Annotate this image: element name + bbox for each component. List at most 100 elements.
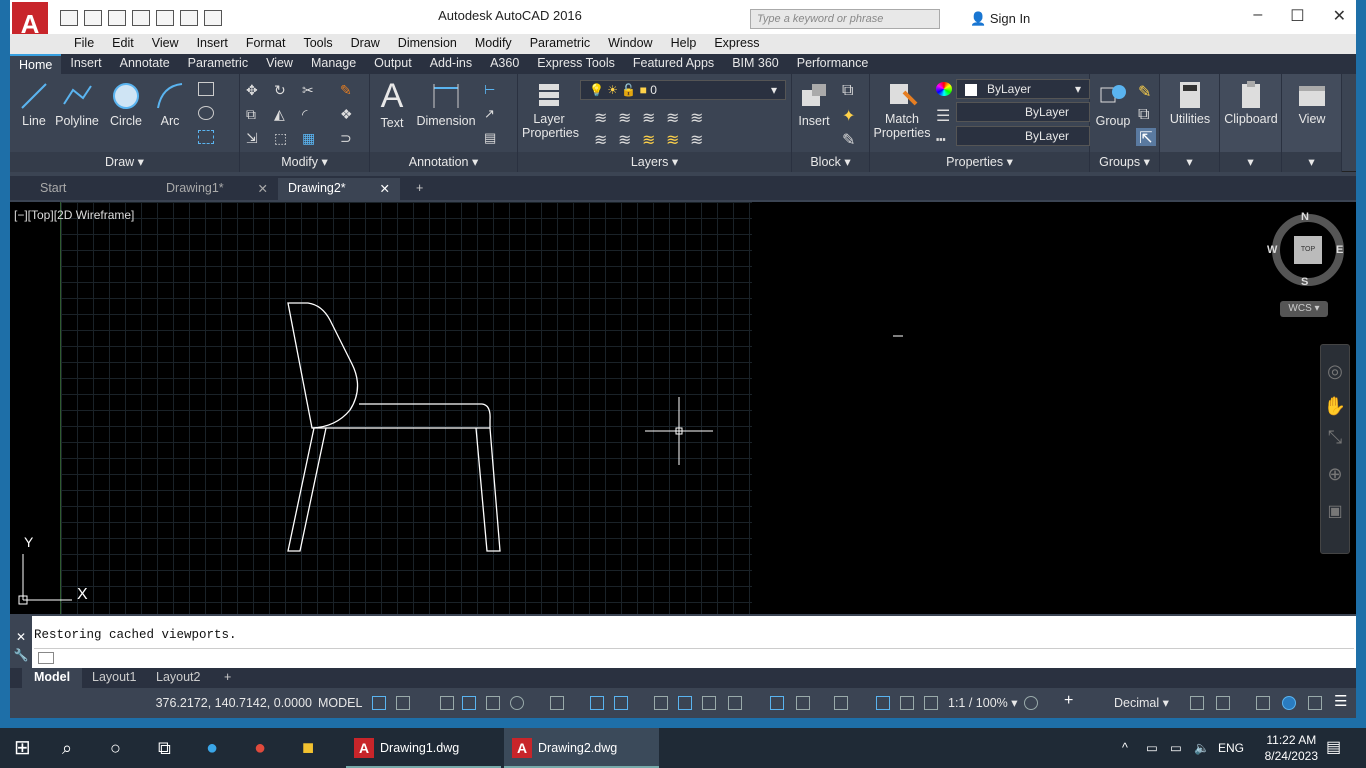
annotation-scale-icon[interactable] <box>924 696 938 710</box>
layer-tool-3-icon[interactable]: ≋ <box>642 108 658 127</box>
pan-icon[interactable]: ✋ <box>1321 396 1349 417</box>
polyline-button[interactable]: Polyline <box>52 80 102 128</box>
search-input[interactable]: Type a keyword or phrase <box>750 9 940 29</box>
sign-in-button[interactable]: 👤 Sign In <box>970 11 1030 27</box>
3d-osnap-icon[interactable] <box>728 696 742 710</box>
layer-tool-4-icon[interactable]: ≋ <box>666 108 682 127</box>
new-tab-icon[interactable]: + <box>406 178 434 200</box>
groups-panel-title[interactable]: Groups ▾ <box>1090 152 1159 172</box>
tab-model[interactable]: Model <box>22 668 83 688</box>
menu-dimension[interactable]: Dimension <box>389 34 466 54</box>
file-explorer-icon[interactable]: ■ <box>302 728 314 768</box>
group-select-icon[interactable]: ⇱ <box>1136 128 1156 147</box>
selection-filter-icon[interactable] <box>796 696 810 710</box>
menu-file[interactable]: File <box>65 34 103 54</box>
gizmo-icon[interactable] <box>834 696 848 710</box>
close-icon[interactable]: ✕ <box>380 181 390 196</box>
rotate-icon[interactable]: ↻ <box>274 82 290 98</box>
drawing-viewport[interactable]: [−][Top][2D Wireframe] Y X TOP N S E W W… <box>10 202 1356 614</box>
transparency-icon[interactable] <box>678 696 692 710</box>
draw-panel-title[interactable]: Draw ▾ <box>10 152 239 172</box>
search-icon[interactable]: ⌕ <box>62 728 72 768</box>
notifications-icon[interactable]: ▤ <box>1326 728 1341 768</box>
viewcube-top-face[interactable]: TOP <box>1294 236 1322 264</box>
annotation-monitor-icon[interactable]: + <box>1064 690 1073 712</box>
wcs-menu[interactable]: WCS ▾ <box>1280 301 1328 317</box>
workspace-gear-icon[interactable] <box>1024 696 1038 710</box>
group-edit-icon[interactable]: ⧉ <box>1138 106 1154 123</box>
isolate-objects-icon[interactable] <box>1256 696 1270 710</box>
modify-panel-title[interactable]: Modify ▾ <box>240 152 369 172</box>
properties-panel-title[interactable]: Properties ▾ <box>870 152 1089 172</box>
chair-drawing[interactable] <box>10 202 1356 614</box>
stretch-icon[interactable]: ⇲ <box>246 130 262 146</box>
layer-tool-5-icon[interactable]: ≋ <box>690 108 706 127</box>
tab-bim-360[interactable]: BIM 360 <box>723 54 788 74</box>
leader-icon[interactable]: ↗ <box>484 106 500 121</box>
view-panel[interactable]: View ▾ <box>1282 74 1342 172</box>
tab-featured-apps[interactable]: Featured Apps <box>624 54 723 74</box>
dynamic-input-icon[interactable] <box>462 696 476 710</box>
selection-cycling-icon[interactable] <box>702 696 716 710</box>
menu-modify[interactable]: Modify <box>466 34 521 54</box>
layer-tool-8-icon[interactable]: ≋ <box>642 130 658 149</box>
command-prompt-icon[interactable] <box>38 652 54 664</box>
utilities-button[interactable]: Utilities <box>1160 80 1220 126</box>
command-line-handle[interactable]: ✕ 🔧 <box>10 616 32 668</box>
units-dropdown[interactable]: Decimal ▾ <box>1114 692 1169 714</box>
view-button[interactable]: View <box>1282 80 1342 126</box>
group-button[interactable]: Group <box>1092 80 1134 128</box>
array-icon[interactable]: ▦ <box>302 130 318 146</box>
tab-manage[interactable]: Manage <box>302 54 365 74</box>
isodraft-icon[interactable] <box>550 696 564 710</box>
utilities-panel[interactable]: Utilities ▾ <box>1160 74 1220 172</box>
lock-ui-icon[interactable] <box>1216 696 1230 710</box>
close-icon[interactable]: ✕ <box>1333 6 1346 26</box>
table-icon[interactable]: ▤ <box>484 130 500 145</box>
layer-dropdown[interactable]: 💡 ☀ 🔓 ■ 0 ▾ <box>580 80 786 100</box>
edge-icon[interactable]: ● <box>206 728 218 768</box>
quick-properties-icon[interactable] <box>1190 696 1204 710</box>
tab-output[interactable]: Output <box>365 54 421 74</box>
maximize-icon[interactable]: ☐ <box>1290 6 1304 26</box>
menu-view[interactable]: View <box>143 34 188 54</box>
layer-tool-1-icon[interactable]: ≋ <box>594 108 610 127</box>
menu-help[interactable]: Help <box>662 34 706 54</box>
rectangle-icon[interactable] <box>198 82 214 96</box>
add-layout-icon[interactable]: + <box>212 668 243 688</box>
color-dropdown[interactable]: ByLayer ▾ <box>956 79 1090 99</box>
explode-icon[interactable]: ❖ <box>340 106 356 122</box>
polar-tracking-icon[interactable] <box>510 696 524 710</box>
chrome-icon[interactable]: ● <box>254 728 266 768</box>
clipboard-button[interactable]: Clipboard <box>1220 80 1282 126</box>
clean-screen-icon[interactable] <box>1308 696 1322 710</box>
layer-tool-9-icon[interactable]: ≋ <box>666 130 682 149</box>
tab-performance[interactable]: Performance <box>788 54 878 74</box>
mirror-icon[interactable]: ◭ <box>274 106 290 122</box>
layer-tool-7-icon[interactable]: ≋ <box>618 130 634 149</box>
copy-icon[interactable]: ⧉ <box>246 106 262 122</box>
tab-insert[interactable]: Insert <box>61 54 110 74</box>
grid-icon[interactable] <box>372 696 386 710</box>
menu-parametric[interactable]: Parametric <box>521 34 599 54</box>
annotation-scale-dropdown[interactable]: 1:1 / 100% ▾ <box>948 692 1018 714</box>
volume-icon[interactable]: 🔈 <box>1194 728 1210 768</box>
layer-tool-6-icon[interactable]: ≋ <box>594 130 610 149</box>
task-view-icon[interactable]: ⧉ <box>158 728 171 768</box>
doc-tab-drawing1[interactable]: Drawing1* ✕ <box>156 178 278 200</box>
object-snap-icon[interactable] <box>614 696 628 710</box>
close-icon[interactable]: ✕ <box>258 181 268 196</box>
compass-south[interactable]: S <box>1301 276 1308 288</box>
tab-express-tools[interactable]: Express Tools <box>528 54 624 74</box>
utilities-expand-icon[interactable]: ▾ <box>1160 152 1219 172</box>
compass-west[interactable]: W <box>1267 244 1277 256</box>
wifi-icon[interactable]: ▭ <box>1170 728 1182 768</box>
annotation-visibility-icon[interactable] <box>876 696 890 710</box>
wrench-icon[interactable]: 🔧 <box>10 648 32 662</box>
object-snap-tracking-icon[interactable] <box>590 696 604 710</box>
annotation-panel-title[interactable]: Annotation ▾ <box>370 152 517 172</box>
network-icon[interactable]: ▭ <box>1146 728 1158 768</box>
auto-scale-icon[interactable] <box>900 696 914 710</box>
menu-draw[interactable]: Draw <box>342 34 389 54</box>
ungroup-icon[interactable]: ✎ <box>1138 82 1154 101</box>
